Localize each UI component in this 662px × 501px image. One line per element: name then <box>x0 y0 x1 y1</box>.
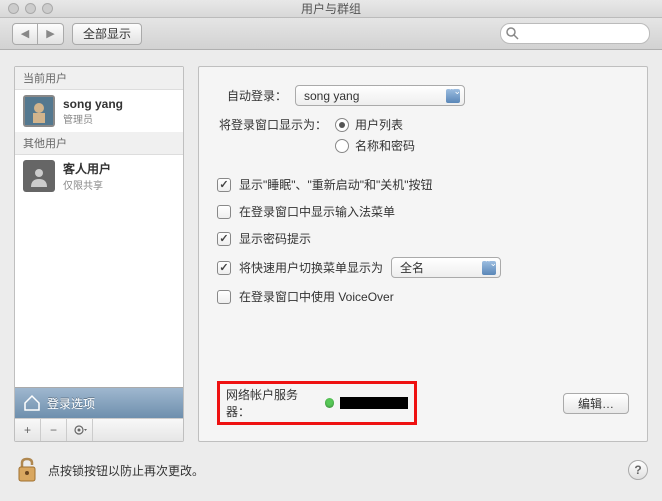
user-role: 仅限共享 <box>63 177 111 192</box>
auto-login-select[interactable]: song yang <box>295 85 465 106</box>
action-button[interactable] <box>67 419 93 441</box>
show-all-button[interactable]: 全部显示 <box>72 23 142 45</box>
avatar <box>23 95 55 127</box>
user-name: 客人用户 <box>63 160 111 177</box>
auto-login-value: song yang <box>304 89 359 103</box>
edit-button-label: 编辑… <box>578 395 614 412</box>
chk-sleep[interactable] <box>217 178 231 192</box>
main-panel: 自动登录： song yang 将登录窗口显示为： 用户列表 名称和密码 显示 <box>198 66 648 442</box>
radio-namepw-row[interactable]: 名称和密码 <box>335 137 415 154</box>
fastswitch-value: 全名 <box>400 259 424 276</box>
forward-button[interactable]: ▶ <box>38 23 64 45</box>
chk-input[interactable] <box>217 205 231 219</box>
edit-button[interactable]: 编辑… <box>563 393 629 414</box>
help-button[interactable]: ? <box>628 460 648 480</box>
search-wrap <box>500 23 650 44</box>
lock-button[interactable] <box>14 456 40 484</box>
section-other-users: 其他用户 <box>15 132 183 155</box>
display-as-row: 将登录窗口显示为： 用户列表 名称和密码 <box>217 116 629 158</box>
user-row-guest[interactable]: 客人用户 仅限共享 <box>15 155 183 197</box>
radio-namepw-label: 名称和密码 <box>355 137 415 154</box>
login-options-button[interactable]: 登录选项 <box>15 387 183 418</box>
chk-sleep-row[interactable]: 显示"睡眠"、"重新启动"和"关机"按钮 <box>217 176 629 193</box>
chk-fastswitch[interactable] <box>217 261 231 275</box>
network-server-name-redacted <box>340 397 408 409</box>
chk-pwhint-row[interactable]: 显示密码提示 <box>217 230 629 247</box>
user-list: 当前用户 song yang 管理员 其他用户 客人用户 仅限共享 <box>15 67 183 387</box>
network-server-label: 网络帐户服务器： <box>226 386 319 420</box>
radio-userlist-label: 用户列表 <box>355 116 403 133</box>
chk-input-row[interactable]: 在登录窗口中显示输入法菜单 <box>217 203 629 220</box>
search-icon <box>506 27 519 40</box>
window-title: 用户与群组 <box>0 0 662 17</box>
user-name: song yang <box>63 97 123 111</box>
lock-text: 点按锁按钮以防止再次更改。 <box>48 462 204 479</box>
nav-buttons: ◀ ▶ <box>12 23 64 45</box>
chk-voiceover-label: 在登录窗口中使用 VoiceOver <box>239 288 394 305</box>
user-info: 客人用户 仅限共享 <box>63 160 111 192</box>
chk-voiceover[interactable] <box>217 290 231 304</box>
avatar <box>23 160 55 192</box>
login-options-label: 登录选项 <box>47 395 95 412</box>
add-button[interactable]: + <box>15 419 41 441</box>
chk-voiceover-row[interactable]: 在登录窗口中使用 VoiceOver <box>217 288 629 305</box>
search-input[interactable] <box>500 23 650 44</box>
footer: 点按锁按钮以防止再次更改。 ? <box>0 450 662 490</box>
chk-sleep-label: 显示"睡眠"、"重新启动"和"关机"按钮 <box>239 176 433 193</box>
sidebar-footer: + − <box>15 418 183 441</box>
user-info: song yang 管理员 <box>63 97 123 126</box>
titlebar: 用户与群组 <box>0 0 662 18</box>
user-role: 管理员 <box>63 111 123 126</box>
section-current-user: 当前用户 <box>15 67 183 90</box>
fastswitch-select[interactable]: 全名 <box>391 257 501 278</box>
radio-userlist-row[interactable]: 用户列表 <box>335 116 415 133</box>
sidebar: 当前用户 song yang 管理员 其他用户 客人用户 仅限共享 <box>14 66 184 442</box>
toolbar: ◀ ▶ 全部显示 <box>0 18 662 50</box>
chk-input-label: 在登录窗口中显示输入法菜单 <box>239 203 395 220</box>
remove-button[interactable]: − <box>41 419 67 441</box>
auto-login-row: 自动登录： song yang <box>217 85 629 106</box>
back-button[interactable]: ◀ <box>12 23 38 45</box>
display-as-options: 用户列表 名称和密码 <box>335 116 415 158</box>
radio-namepw[interactable] <box>335 139 349 153</box>
lock-icon <box>16 457 38 483</box>
house-icon <box>23 394 41 412</box>
gear-icon <box>73 423 87 437</box>
network-server-highlight: 网络帐户服务器： <box>217 381 417 425</box>
chk-pwhint-label: 显示密码提示 <box>239 230 311 247</box>
network-server-row: 网络帐户服务器： 编辑… <box>217 381 629 425</box>
chk-fastswitch-label: 将快速用户切换菜单显示为 <box>239 259 383 276</box>
auto-login-label: 自动登录： <box>217 87 287 104</box>
display-as-label: 将登录窗口显示为： <box>217 116 327 133</box>
content: 当前用户 song yang 管理员 其他用户 客人用户 仅限共享 <box>0 50 662 450</box>
status-dot-icon <box>325 398 335 408</box>
radio-userlist[interactable] <box>335 118 349 132</box>
chk-fastswitch-row[interactable]: 将快速用户切换菜单显示为 全名 <box>217 257 629 278</box>
chk-pwhint[interactable] <box>217 232 231 246</box>
user-row-current[interactable]: song yang 管理员 <box>15 90 183 132</box>
